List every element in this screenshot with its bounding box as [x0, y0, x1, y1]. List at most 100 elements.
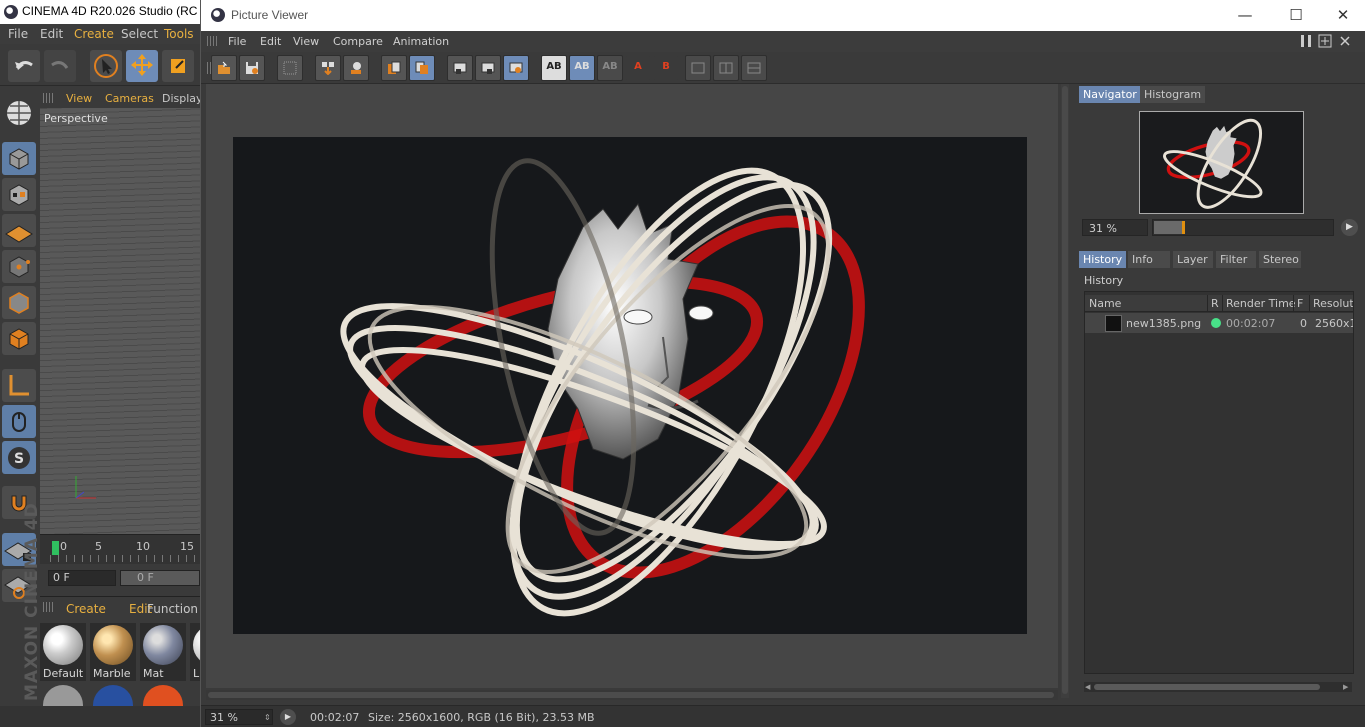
ab-swap-button[interactable]: AB — [597, 55, 623, 81]
close-button[interactable]: ✕ — [1320, 4, 1365, 26]
column-header-render-time[interactable]: Render Time — [1226, 297, 1296, 310]
timeline-ruler[interactable]: 0 5 10 15 — [40, 534, 200, 564]
zoom-slider-knob[interactable] — [1182, 221, 1185, 234]
canvas-horizontal-scrollbar[interactable] — [206, 690, 1058, 700]
set-a-button[interactable]: A — [625, 55, 651, 81]
column-divider — [1293, 295, 1294, 312]
workplane-mode-button[interactable] — [2, 214, 36, 247]
solo-button[interactable]: S — [2, 441, 36, 474]
history-horizontal-scrollbar[interactable]: ◀ ▶ — [1084, 682, 1352, 692]
scrollbar-thumb[interactable] — [1094, 684, 1320, 690]
navigator-thumbnail[interactable] — [1139, 111, 1304, 214]
save-as-button[interactable] — [239, 55, 265, 81]
status-play-icon[interactable]: ▶ — [280, 709, 296, 725]
texture-mode-button[interactable] — [2, 178, 36, 211]
status-zoom-field[interactable]: 31 % ⇕ — [205, 709, 273, 725]
column-header-r[interactable]: R — [1211, 297, 1219, 310]
menu-compare[interactable]: Compare — [333, 35, 383, 48]
material-swatch[interactable]: Li — [190, 623, 200, 681]
points-mode-button[interactable] — [2, 250, 36, 283]
menu-view[interactable]: View — [293, 35, 319, 48]
compare-b-button[interactable] — [475, 55, 501, 81]
material-swatch[interactable]: Default — [40, 623, 86, 681]
viewport-menu-view[interactable]: View — [66, 92, 92, 105]
zoom-play-icon[interactable]: ▶ — [1341, 219, 1358, 236]
status-render-time: 00:02:07 — [310, 711, 360, 724]
column-header-f[interactable]: F — [1297, 297, 1303, 310]
viewport-menu-display[interactable]: Display — [162, 92, 203, 105]
tab-filter[interactable]: Filter — [1216, 251, 1256, 268]
scale-tool-button[interactable] — [162, 50, 194, 82]
material-menu-function[interactable]: Function — [147, 602, 198, 616]
undo-icon — [15, 61, 33, 70]
timeline-tick: 5 — [95, 540, 102, 553]
open-button[interactable] — [211, 55, 237, 81]
history-frame: 0 — [1300, 317, 1307, 330]
scroll-right-icon[interactable]: ▶ — [1343, 683, 1348, 691]
tab-stereo[interactable]: Stereo — [1259, 251, 1301, 268]
tab-layer[interactable]: Layer — [1173, 251, 1213, 268]
tab-navigator[interactable]: Navigator — [1079, 86, 1141, 103]
material-name: Default — [43, 667, 84, 680]
history-row[interactable]: new1385.png 00:02:07 0 2560x1 — [1085, 313, 1353, 333]
viewport-menu-cameras[interactable]: Cameras — [105, 92, 154, 105]
main-menu-tools[interactable]: Tools — [164, 27, 194, 41]
tab-info[interactable]: Info — [1128, 251, 1170, 268]
main-menu-edit[interactable]: Edit — [40, 27, 63, 41]
maximize-button[interactable]: ☐ — [1273, 4, 1319, 26]
polygons-mode-button[interactable] — [2, 322, 36, 355]
compare-diff-button[interactable] — [503, 55, 529, 81]
main-menu-create[interactable]: Create — [74, 27, 114, 41]
menu-animation[interactable]: Animation — [393, 35, 449, 48]
stepper-icon[interactable]: ⇕ — [264, 710, 271, 725]
canvas-vertical-scrollbar[interactable] — [1061, 84, 1069, 698]
main-menu-file[interactable]: File — [8, 27, 28, 41]
stereo-both-button[interactable] — [741, 55, 767, 81]
column-header-name[interactable]: Name — [1089, 297, 1121, 310]
scroll-left-icon[interactable]: ◀ — [1085, 683, 1090, 691]
navigator-zoom-slider[interactable] — [1152, 219, 1334, 236]
menu-edit[interactable]: Edit — [260, 35, 281, 48]
minimize-button[interactable]: — — [1222, 4, 1268, 26]
playhead-marker[interactable] — [52, 541, 59, 555]
undo-button[interactable] — [8, 50, 40, 82]
column-header-resolution[interactable]: Resoluti — [1313, 297, 1353, 310]
menu-file[interactable]: File — [228, 35, 246, 48]
compare-a-button[interactable] — [447, 55, 473, 81]
fullscreen-button[interactable] — [277, 55, 303, 81]
model-mode-button[interactable] — [2, 142, 36, 175]
copy-to-clipboard-button[interactable] — [381, 55, 407, 81]
ab-compare-button[interactable]: AB — [541, 55, 567, 81]
render-region-button[interactable] — [315, 55, 341, 81]
live-select-button[interactable] — [90, 50, 122, 82]
live-select-icon — [94, 54, 118, 78]
stop-render-button[interactable] — [343, 55, 369, 81]
perspective-viewport[interactable]: Perspective — [40, 108, 200, 534]
stereo-left-button[interactable] — [685, 55, 711, 81]
material-swatch[interactable]: Marble — [90, 623, 136, 681]
material-swatch[interactable]: Mat — [140, 623, 186, 681]
tab-history[interactable]: History — [1079, 251, 1127, 268]
workplane-button[interactable] — [2, 96, 36, 129]
axis-mode-button[interactable] — [2, 369, 36, 402]
move-tool-button[interactable] — [126, 50, 158, 82]
scrollbar-thumb[interactable] — [208, 692, 1054, 698]
ab-split-button[interactable]: AB — [569, 55, 595, 81]
start-frame-slider[interactable]: 0 F — [120, 570, 200, 586]
current-frame-field[interactable]: 0 F — [48, 570, 116, 586]
scrollbar-thumb[interactable] — [1062, 86, 1068, 694]
main-menu-select[interactable]: Select — [121, 27, 158, 41]
stereo-right-button[interactable] — [713, 55, 739, 81]
image-canvas[interactable] — [206, 84, 1058, 688]
tab-histogram[interactable]: Histogram — [1140, 86, 1206, 103]
redo-button[interactable] — [44, 50, 76, 82]
viewport-menu-bar: View Cameras Display — [40, 88, 203, 108]
solo-s-icon: S — [8, 447, 30, 469]
tweak-mode-button[interactable] — [2, 405, 36, 438]
paste-button[interactable] — [409, 55, 435, 81]
set-b-button[interactable]: B — [653, 55, 679, 81]
navigator-zoom-field[interactable]: 31 % — [1082, 219, 1148, 236]
edges-mode-button[interactable] — [2, 286, 36, 319]
material-menu-create[interactable]: Create — [66, 602, 106, 616]
history-file-name: new1385.png — [1126, 317, 1202, 330]
